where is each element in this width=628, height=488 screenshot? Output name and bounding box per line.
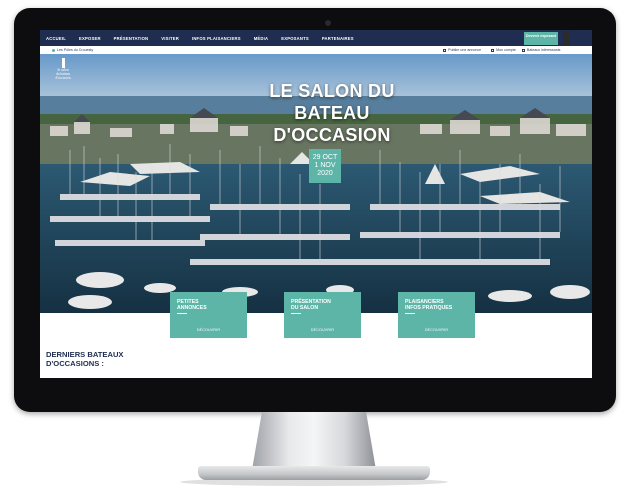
logo-line-3: d'occasion <box>55 76 71 80</box>
nav-infos-plaisanciers[interactable]: INFOS PLAISANCIERS <box>192 36 241 41</box>
favorites-link[interactable]: Bateaux intéressants <box>521 48 561 52</box>
date-year: 2020 <box>317 170 333 177</box>
card-discover-link[interactable]: DÉCOUVRIR <box>284 328 361 332</box>
website-screen: ACCUEIL EXPOSER PRÉSENTATION VISITER INF… <box>40 30 592 378</box>
star-icon <box>521 48 525 52</box>
latest-boats-heading: DERNIERS BATEAUX D'OCCASIONS : <box>46 350 124 368</box>
nav-accueil[interactable]: ACCUEIL <box>46 36 66 41</box>
site-logo[interactable]: le salon du bateau d'occasion <box>50 58 76 88</box>
monitor-stand-base <box>198 466 430 480</box>
publish-ad-label: Publier une annonce <box>448 48 482 52</box>
nav-exposer[interactable]: EXPOSER <box>79 36 101 41</box>
card-title-line-2: INFOS PRATIQUES <box>405 305 453 311</box>
location-label: Les Pôles du Crouesty <box>57 48 94 52</box>
become-exhibitor-button[interactable]: Devenir exposant <box>524 32 558 45</box>
latest-boats-heading-line-2: D'OCCASIONS : <box>46 359 104 368</box>
hero-banner: le salon du bateau d'occasion LE SALON D… <box>40 54 592 313</box>
lighthouse-icon <box>61 58 65 68</box>
date-end: 1 NOV <box>314 162 336 169</box>
card-title: PLAISANCIERS INFOS PRATIQUES <box>405 299 452 311</box>
nav-presentation[interactable]: PRÉSENTATION <box>114 36 149 41</box>
favorites-label: Bateaux intéressants <box>526 48 561 52</box>
card-title-line-2: ANNONCES <box>177 305 207 311</box>
latest-boats-heading-line-1: DERNIERS BATEAUX <box>46 350 124 359</box>
nav-visiter[interactable]: VISITER <box>161 36 179 41</box>
nav-exposants[interactable]: EXPOSANTS <box>281 36 309 41</box>
card-presentation-salon[interactable]: PRÉSENTATION DU SALON DÉCOUVRIR <box>284 292 361 338</box>
monitor-mockup: ACCUEIL EXPOSER PRÉSENTATION VISITER INF… <box>0 0 628 488</box>
location-dot-icon <box>52 48 55 52</box>
account-link[interactable]: Mon compte <box>491 48 516 52</box>
card-divider <box>291 313 301 314</box>
publish-ad-link[interactable]: Publier une annonce <box>443 48 481 52</box>
camera-dot <box>325 20 331 26</box>
account-label: Mon compte <box>496 48 516 52</box>
hero-title: LE SALON DU BATEAU D'OCCASION <box>269 81 395 145</box>
location-tag[interactable]: Les Pôles du Crouesty <box>52 48 93 52</box>
nav-partenaires[interactable]: PARTENAIRES <box>322 36 354 41</box>
card-title-line-2: DU SALON <box>291 305 319 311</box>
monitor-stand-neck <box>252 412 376 470</box>
card-discover-link[interactable]: DÉCOUVRIR <box>398 328 475 332</box>
secondary-bar: Les Pôles du Crouesty Publier une annonc… <box>40 46 592 54</box>
user-icon <box>491 48 495 52</box>
card-title: PRÉSENTATION DU SALON <box>291 299 331 311</box>
date-start: 29 OCT <box>312 154 338 161</box>
card-divider <box>177 313 187 314</box>
main-navigation: ACCUEIL EXPOSER PRÉSENTATION VISITER INF… <box>40 30 592 53</box>
event-date-badge: 29 OCT 1 NOV 2020 <box>309 149 341 183</box>
card-plaisanciers-infos[interactable]: PLAISANCIERS INFOS PRATIQUES DÉCOUVRIR <box>398 292 475 338</box>
card-title: PETITES ANNONCES <box>177 299 207 311</box>
card-divider <box>405 313 415 314</box>
publish-icon <box>443 48 447 52</box>
card-discover-link[interactable]: DÉCOUVRIR <box>170 328 247 332</box>
nav-media[interactable]: MÉDIA <box>254 36 269 41</box>
card-petites-annonces[interactable]: PETITES ANNONCES DÉCOUVRIR <box>170 292 247 338</box>
